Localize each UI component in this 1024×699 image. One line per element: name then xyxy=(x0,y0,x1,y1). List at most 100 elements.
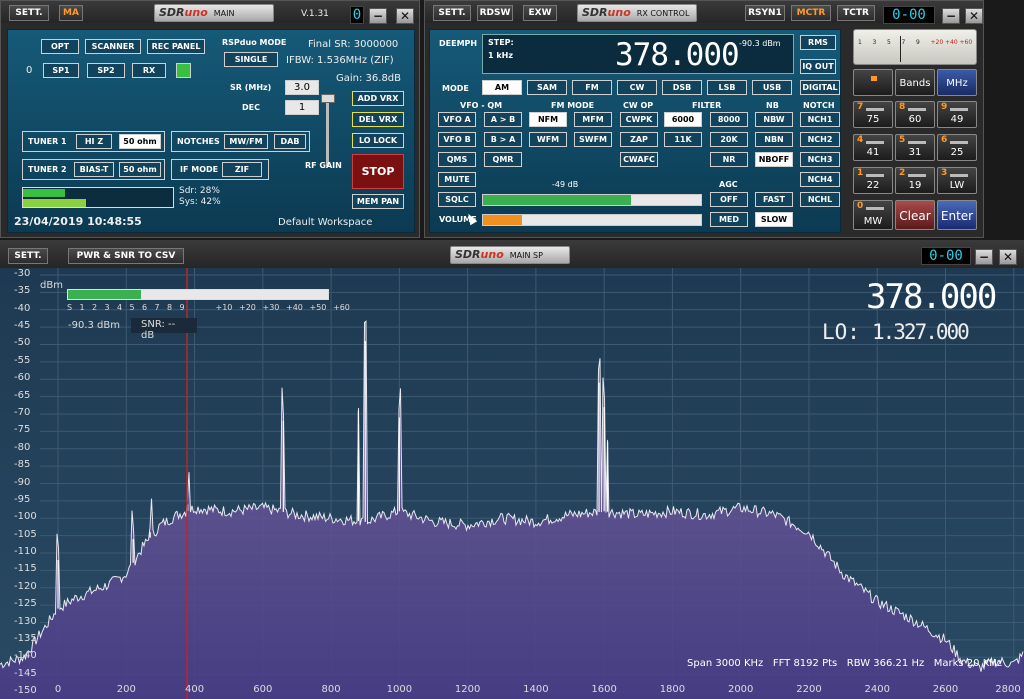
mode-dsb-button[interactable]: DSB xyxy=(662,80,702,95)
nbn-button[interactable]: NBN xyxy=(755,132,793,147)
mode-fm-button[interactable]: FM xyxy=(572,80,612,95)
spectrum-settings-button[interactable]: SETT. xyxy=(8,248,48,264)
hiz-button[interactable]: HI Z xyxy=(76,134,112,149)
digital-button[interactable]: DIGITAL xyxy=(800,80,840,95)
tctr-button[interactable]: TCTR xyxy=(837,5,875,21)
tuner1-50ohm-button[interactable]: 50 ohm xyxy=(119,134,161,149)
mode-usb-button[interactable]: USB xyxy=(752,80,792,95)
nch4-button[interactable]: NCH4 xyxy=(800,172,840,187)
rf-gain-slider-handle[interactable] xyxy=(321,94,335,103)
nchl-button[interactable]: NCHL xyxy=(800,192,840,207)
sp1-button[interactable]: SP1 xyxy=(43,63,79,78)
stop-button[interactable]: STOP xyxy=(352,154,404,189)
rec-panel-button[interactable]: REC PANEL xyxy=(147,39,205,54)
biast-button[interactable]: BIAS-T xyxy=(74,162,114,177)
opt-button[interactable]: OPT xyxy=(41,39,79,54)
agc-fast-button[interactable]: FAST xyxy=(755,192,793,207)
sqlc-button[interactable]: SQLC xyxy=(438,192,476,207)
main-settings-button[interactable]: SETT. xyxy=(9,5,49,21)
b-to-a-button[interactable]: B > A xyxy=(484,132,522,147)
band-key-0[interactable]: 0 MW xyxy=(853,200,893,230)
iq-out-button[interactable]: IQ OUT xyxy=(800,59,836,74)
sp2-button[interactable]: SP2 xyxy=(87,63,125,78)
filter-11k-button[interactable]: 11K xyxy=(664,132,702,147)
agc-off-button[interactable]: OFF xyxy=(710,192,748,207)
band-key-2[interactable]: 2 19 xyxy=(895,167,935,194)
del-vrx-button[interactable]: DEL VRX xyxy=(352,112,404,127)
dec-input[interactable]: 1 xyxy=(285,100,319,115)
nch3-button[interactable]: NCH3 xyxy=(800,152,840,167)
cwpk-button[interactable]: CWPK xyxy=(620,112,658,127)
sr-input[interactable]: 3.0 xyxy=(285,80,319,95)
single-mode-button[interactable]: SINGLE xyxy=(224,52,278,67)
scanner-button[interactable]: SCANNER xyxy=(85,39,141,54)
nr-button[interactable]: NR xyxy=(710,152,748,167)
mode-sam-button[interactable]: SAM xyxy=(527,80,567,95)
zap-button[interactable]: ZAP xyxy=(620,132,658,147)
nfm-button[interactable]: NFM xyxy=(529,112,567,127)
add-vrx-button[interactable]: ADD VRX xyxy=(352,91,404,106)
filter-8000-button[interactable]: 8000 xyxy=(710,112,748,127)
preset-key-marker[interactable] xyxy=(853,69,893,96)
ma-button[interactable]: MA xyxy=(59,5,83,21)
vfob-button[interactable]: VFO B xyxy=(438,132,476,147)
band-key-5[interactable]: 5 31 xyxy=(895,134,935,161)
frequency-display[interactable]: STEP: 1 kHz 378.000 -90.3 dBm xyxy=(482,34,794,74)
qms-button[interactable]: QMS xyxy=(438,152,476,167)
zif-button[interactable]: ZIF xyxy=(222,162,262,177)
rx-close-button[interactable]: ✕ xyxy=(965,8,983,24)
tuner2-50ohm-button[interactable]: 50 ohm xyxy=(119,162,161,177)
pwr-snr-csv-button[interactable]: PWR & SNR TO CSV xyxy=(68,248,184,264)
mode-cw-button[interactable]: CW xyxy=(617,80,657,95)
band-key-4[interactable]: 4 41 xyxy=(853,134,893,161)
filter-6000-button[interactable]: 6000 xyxy=(664,112,702,127)
rdsw-button[interactable]: RDSW xyxy=(477,5,513,21)
spectrum-minimize-button[interactable]: − xyxy=(975,249,993,265)
clear-key[interactable]: Clear xyxy=(895,200,935,230)
rsyn1-button[interactable]: RSYN1 xyxy=(745,5,785,21)
band-key-9[interactable]: 9 49 xyxy=(937,101,977,128)
a-to-b-button[interactable]: A > B xyxy=(484,112,522,127)
vfoa-button[interactable]: VFO A xyxy=(438,112,476,127)
mode-lsb-button[interactable]: LSB xyxy=(707,80,747,95)
lo-lock-button[interactable]: LO LOCK xyxy=(352,133,404,148)
mute-button[interactable]: MUTE xyxy=(438,172,476,187)
rf-gain-slider-track[interactable] xyxy=(326,100,329,166)
filter-20k-button[interactable]: 20K xyxy=(710,132,748,147)
nbw-button[interactable]: NBW xyxy=(755,112,793,127)
wfm-button[interactable]: WFM xyxy=(529,132,567,147)
bands-key[interactable]: Bands xyxy=(895,69,935,96)
band-key-8[interactable]: 8 60 xyxy=(895,101,935,128)
agc-med-button[interactable]: MED xyxy=(710,212,748,227)
rms-button[interactable]: RMS xyxy=(800,35,836,50)
main-minimize-button[interactable]: − xyxy=(369,8,387,24)
mhz-key[interactable]: MHz xyxy=(937,69,977,96)
main-close-button[interactable]: ✕ xyxy=(396,8,414,24)
dab-notch-button[interactable]: DAB xyxy=(274,134,306,149)
agc-slow-button[interactable]: SLOW xyxy=(755,212,793,227)
mem-pan-button[interactable]: MEM PAN xyxy=(352,194,404,209)
nch2-button[interactable]: NCH2 xyxy=(800,132,840,147)
qmr-button[interactable]: QMR xyxy=(484,152,522,167)
nboff-button[interactable]: NBOFF xyxy=(755,152,793,167)
enter-key[interactable]: Enter xyxy=(937,200,977,230)
spectrum-close-button[interactable]: ✕ xyxy=(999,249,1017,265)
mctr-button[interactable]: MCTR xyxy=(791,5,831,21)
mfm-button[interactable]: MFM xyxy=(574,112,612,127)
mwfm-notch-button[interactable]: MW/FM xyxy=(224,134,268,149)
volume-slider[interactable] xyxy=(482,214,702,226)
rx-button[interactable]: RX xyxy=(132,63,166,78)
band-key-1[interactable]: 1 22 xyxy=(853,167,893,194)
exw-button[interactable]: EXW xyxy=(523,5,557,21)
band-key-7[interactable]: 7 75 xyxy=(853,101,893,128)
mode-am-button[interactable]: AM xyxy=(482,80,522,95)
rx-settings-button[interactable]: SETT. xyxy=(433,5,471,21)
band-key-6[interactable]: 6 25 xyxy=(937,134,977,161)
squelch-signal-meter[interactable] xyxy=(482,194,702,206)
cwafc-button[interactable]: CWAFC xyxy=(620,152,658,167)
y-tick-label: -30 xyxy=(14,267,31,279)
rx-minimize-button[interactable]: − xyxy=(942,8,960,24)
swfm-button[interactable]: SWFM xyxy=(574,132,612,147)
band-key-3[interactable]: 3 LW xyxy=(937,167,977,194)
nch1-button[interactable]: NCH1 xyxy=(800,112,840,127)
